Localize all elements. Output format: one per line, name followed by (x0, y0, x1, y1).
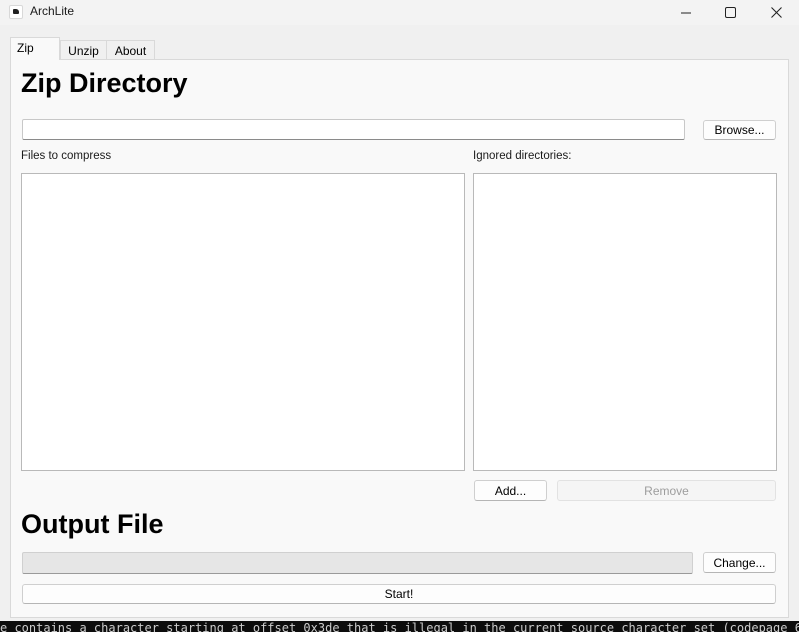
add-ignored-button[interactable]: Add... (474, 480, 547, 501)
change-output-button[interactable]: Change... (703, 552, 776, 573)
tab-strip: Zip Unzip About (0, 25, 799, 61)
remove-ignored-button[interactable]: Remove (557, 480, 776, 501)
console-text: e contains a character starting at offse… (0, 621, 799, 632)
title-bar[interactable]: ArchLite (0, 0, 799, 25)
maximize-icon (724, 7, 736, 18)
archlite-window: ArchLite Zip Unzip About Zip Directory B… (0, 0, 799, 632)
output-file-heading: Output File (21, 509, 164, 539)
tab-about[interactable]: About (106, 40, 155, 61)
browse-button[interactable]: Browse... (703, 120, 776, 140)
close-icon (770, 7, 782, 18)
zip-directory-heading: Zip Directory (21, 68, 188, 98)
maximize-button[interactable] (707, 0, 753, 25)
console-output-strip: e contains a character starting at offse… (0, 621, 799, 632)
tab-unzip[interactable]: Unzip (60, 40, 107, 61)
app-icon (9, 5, 23, 19)
tab-zip[interactable]: Zip (10, 37, 60, 60)
minimize-icon (681, 12, 691, 13)
output-path-input[interactable] (22, 552, 693, 574)
files-to-compress-list[interactable] (21, 173, 465, 471)
window-title: ArchLite (30, 4, 75, 18)
files-to-compress-label: Files to compress (21, 150, 112, 162)
directory-path-input[interactable] (22, 119, 685, 140)
start-button[interactable]: Start! (22, 584, 776, 604)
minimize-button[interactable] (663, 0, 709, 25)
close-button[interactable] (753, 0, 799, 25)
ignored-directories-list[interactable] (473, 173, 777, 471)
ignored-directories-label: Ignored directories: (473, 150, 572, 162)
